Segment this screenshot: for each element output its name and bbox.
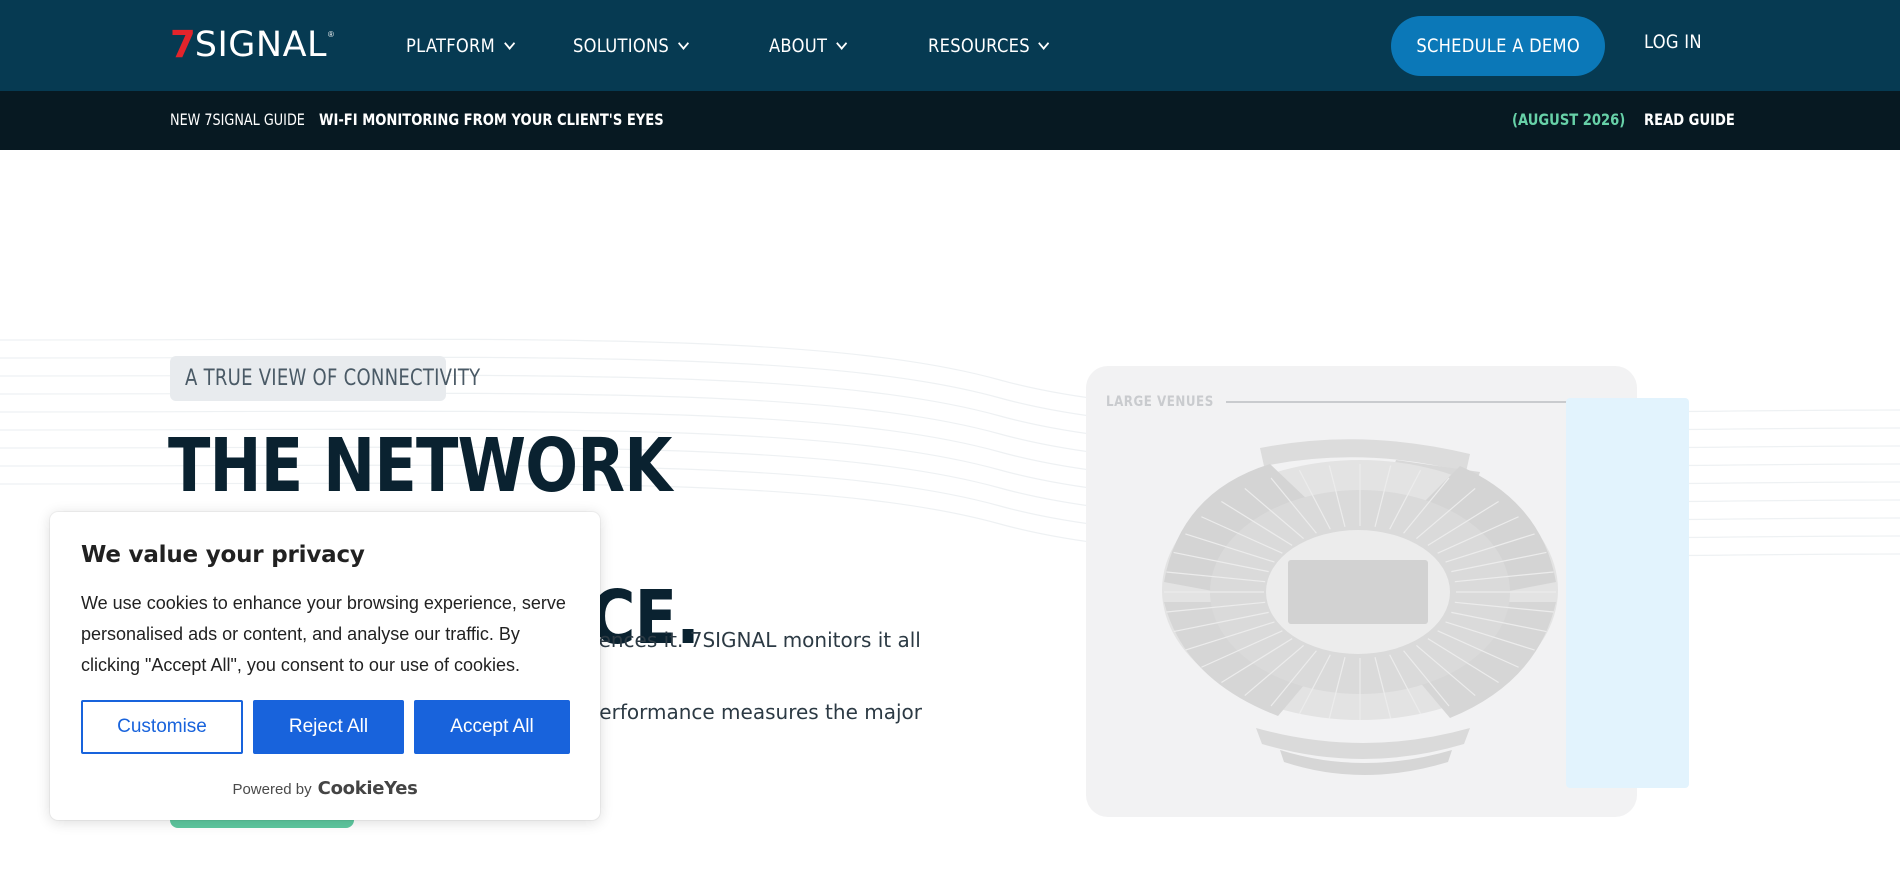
customise-button[interactable]: Customise xyxy=(81,700,243,754)
nav-item-resources[interactable]: RESOURCES xyxy=(928,34,1050,57)
schedule-demo-label: SCHEDULE A DEMO xyxy=(1416,35,1580,57)
site-logo[interactable]: 7 SIGNAL ® xyxy=(170,23,334,66)
logo-registered-mark: ® xyxy=(328,30,334,39)
stadium-map-icon xyxy=(1162,439,1558,775)
venue-card-label: LARGE VENUES xyxy=(1106,394,1214,410)
hero-eyebrow-text: A TRUE VIEW OF CONNECTIVITY xyxy=(185,366,481,391)
nav-item-solutions[interactable]: SOLUTIONS xyxy=(573,35,705,57)
nav-item-label: PLATFORM xyxy=(406,34,496,57)
cookieyes-logo[interactable]: CookieYes xyxy=(318,778,418,799)
venue-side-panel xyxy=(1566,398,1689,788)
announcement-date: (AUGUST 2026) xyxy=(1512,110,1626,129)
logo-seven: 7 xyxy=(170,23,196,66)
nav-item-label: ABOUT xyxy=(769,34,828,57)
chevron-down-icon xyxy=(835,36,847,50)
venue-card-divider xyxy=(1226,401,1568,403)
accept-all-button[interactable]: Accept All xyxy=(414,700,570,754)
nav-item-label: RESOURCES xyxy=(928,34,1030,57)
top-navigation: 7 SIGNAL ® PLATFORM SOLUTIONS ABOUT RESO… xyxy=(0,0,1900,91)
cookie-banner-description: We use cookies to enhance your browsing … xyxy=(81,593,566,675)
read-guide-link[interactable]: READ GUIDE xyxy=(1644,110,1735,129)
chevron-down-icon xyxy=(503,36,515,50)
main-menu: PLATFORM SOLUTIONS ABOUT RESOURCES xyxy=(406,0,1109,91)
cookie-banner-title: We value your privacy xyxy=(81,542,365,568)
reject-all-button[interactable]: Reject All xyxy=(253,700,404,754)
schedule-demo-button[interactable]: SCHEDULE A DEMO xyxy=(1391,16,1605,76)
chevron-down-icon xyxy=(1038,36,1050,50)
announcement-bar: NEW 7SIGNAL GUIDE WI-FI MONITORING FROM … xyxy=(0,91,1900,150)
cookie-button-row: Customise Reject All Accept All xyxy=(81,700,570,754)
nav-item-about[interactable]: ABOUT xyxy=(769,35,870,57)
hero-eyebrow-tag: A TRUE VIEW OF CONNECTIVITY xyxy=(170,356,481,401)
cookie-powered-by: Powered by CookieYes xyxy=(50,778,600,799)
logo-wordmark: SIGNAL xyxy=(194,25,328,65)
announcement-title[interactable]: WI-FI MONITORING FROM YOUR CLIENT'S EYES xyxy=(319,110,664,129)
nav-item-platform[interactable]: PLATFORM xyxy=(406,34,515,57)
chevron-down-icon xyxy=(677,36,689,50)
powered-by-text: Powered by xyxy=(232,781,312,798)
login-link[interactable]: LOG IN xyxy=(1644,31,1702,53)
cookie-consent-banner: We value your privacy We use cookies to … xyxy=(50,512,600,820)
nav-item-label: SOLUTIONS xyxy=(573,34,670,57)
announcement-kicker: NEW 7SIGNAL GUIDE xyxy=(170,110,305,129)
